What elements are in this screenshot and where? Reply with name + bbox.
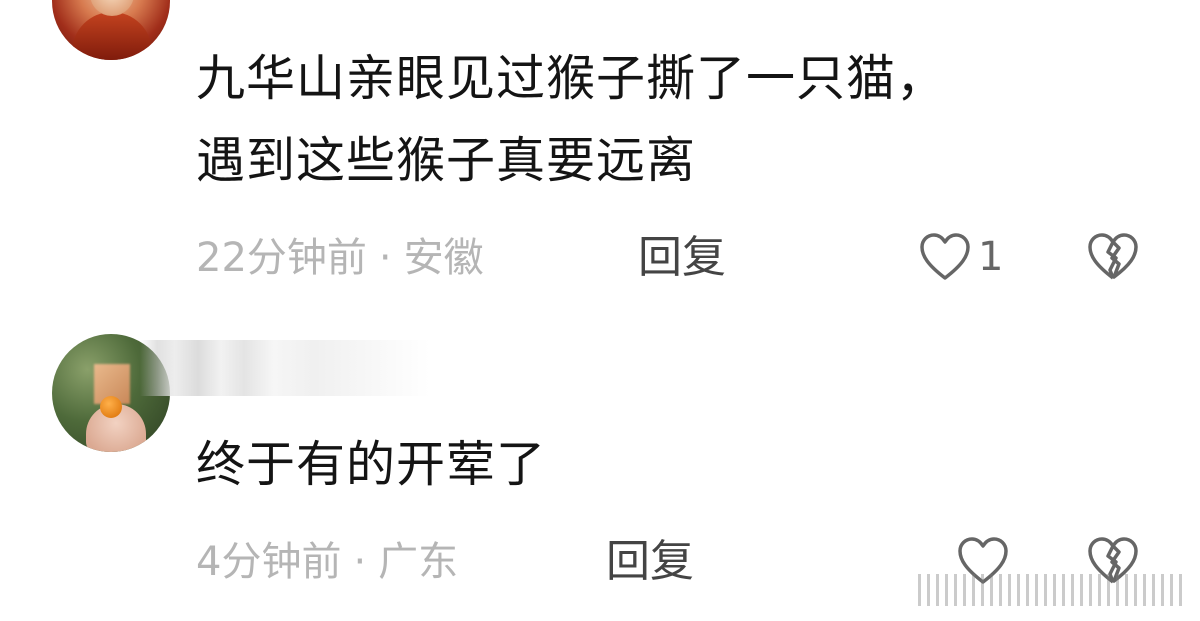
watermark [918, 574, 1184, 606]
username-blurred[interactable] [140, 340, 430, 396]
comment-text-line-1: 九华山亲眼见过猴子撕了一只猫， [196, 50, 947, 107]
comment-location: 广东 [378, 539, 459, 585]
avatar-fruit [100, 396, 122, 418]
comment-time: 4分钟前 [196, 539, 342, 585]
meta-separator: · [378, 235, 392, 281]
comment-meta: 22分钟前 · 安徽 [196, 234, 484, 282]
avatar[interactable] [52, 0, 170, 60]
comment-location: 安徽 [403, 235, 484, 281]
like-button[interactable]: 1 [918, 232, 1003, 282]
broken-heart-icon [1086, 232, 1140, 282]
comment-text-line-1: 终于有的开荤了 [196, 436, 547, 493]
username[interactable] [196, 0, 416, 6]
like-count: 1 [978, 234, 1004, 280]
avatar-figure-robe [72, 12, 152, 60]
comment-time: 22分钟前 [196, 235, 367, 281]
dislike-button[interactable] [1086, 232, 1140, 282]
heart-outline-icon [918, 232, 972, 282]
comment-text-line-2: 遇到这些猴子真要远离 [196, 132, 697, 189]
reply-button[interactable]: 回复 [606, 538, 694, 586]
avatar-figure-face [90, 0, 134, 16]
meta-separator: · [353, 539, 367, 585]
comment-meta: 4分钟前 · 广东 [196, 538, 458, 586]
reply-button[interactable]: 回复 [638, 234, 726, 282]
